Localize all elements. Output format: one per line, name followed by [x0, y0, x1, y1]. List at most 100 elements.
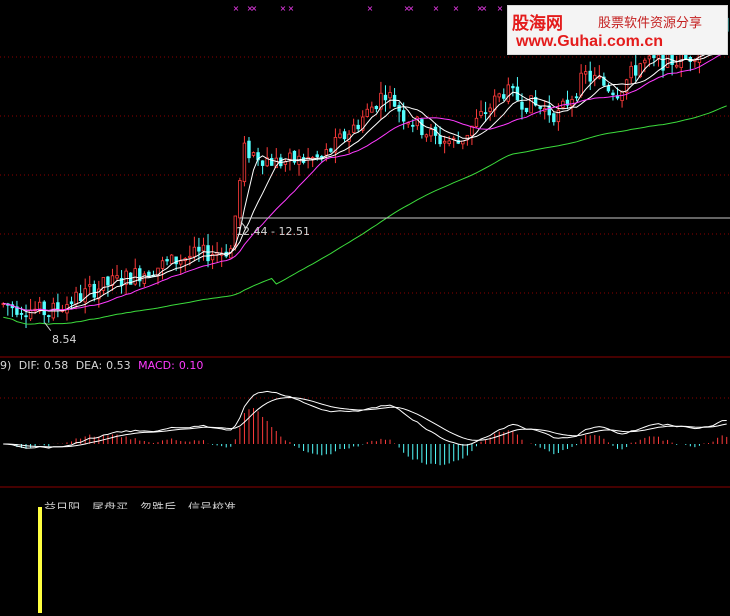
candle-body — [47, 315, 51, 317]
candle-body — [179, 260, 183, 265]
candle-body — [56, 302, 60, 310]
candle-body — [620, 91, 624, 102]
candle-body — [83, 288, 87, 303]
stock-chart[interactable]: × ×× × × × ×× × × ×× ×8.5412.44 - 12.51 — [0, 0, 730, 616]
candle-body — [538, 106, 542, 109]
candle-body — [606, 85, 611, 92]
candle-body — [206, 245, 210, 262]
candle-body — [301, 157, 306, 163]
candle-body — [160, 260, 165, 269]
brand-name: 股海网 — [512, 14, 563, 34]
top-marker: × — [453, 4, 460, 13]
candle-body — [88, 284, 92, 287]
candle-body — [474, 117, 479, 127]
candle-body — [634, 65, 638, 76]
candle-body — [342, 131, 347, 140]
brand-url: www.Guhai.com.cn — [516, 33, 663, 50]
candle-body — [260, 160, 265, 166]
top-marker: × — [280, 4, 287, 13]
top-marker: × — [408, 4, 415, 13]
candle-body — [415, 116, 420, 127]
candle-body — [392, 94, 397, 107]
candle-body — [611, 92, 615, 96]
top-marker: × — [233, 4, 240, 13]
candle-body — [92, 283, 96, 298]
candle-body — [165, 259, 169, 262]
top-marker: × — [433, 4, 440, 13]
candle-body — [674, 64, 679, 68]
candle-body — [388, 92, 392, 99]
ma60-line — [3, 105, 727, 325]
candle-body — [374, 105, 379, 110]
candle-body — [652, 55, 656, 59]
candle-body — [356, 124, 360, 130]
candle-body — [647, 55, 652, 60]
brand-watermark: 股海网 股票软件资源分享 www.Guhai.com.cn — [507, 5, 728, 55]
macd-param-prefix: 9) — [0, 359, 12, 372]
candle-body — [69, 301, 74, 305]
candle-body — [247, 140, 251, 159]
candle-body — [483, 112, 488, 115]
candle-body — [338, 133, 342, 139]
dif-value: 0.58 — [43, 359, 69, 372]
macd-value: 0.10 — [178, 359, 204, 372]
low-price-label: 8.54 — [52, 333, 77, 346]
candle-body — [78, 293, 83, 301]
macd-legend: 9) DIF: 0.58 DEA: 0.53 MACD: 0.10 — [0, 359, 207, 372]
candle-body — [556, 109, 561, 123]
candle-body — [479, 111, 483, 116]
candle-body — [201, 244, 206, 252]
candle-body — [656, 54, 661, 59]
candle-body — [197, 246, 201, 252]
signal-bar — [38, 507, 42, 613]
band-price-label: 12.44 - 12.51 — [236, 225, 310, 238]
candle-body — [520, 101, 524, 110]
top-marker: × — [288, 4, 295, 13]
candle-body — [429, 129, 433, 137]
candle-body — [106, 276, 110, 286]
candle-body — [583, 71, 588, 75]
top-marker: × — [497, 4, 504, 13]
candle-body — [315, 154, 319, 158]
candle-body — [643, 59, 647, 64]
candle-body — [588, 70, 592, 82]
candle-body — [351, 124, 356, 133]
indicator-description: 益日阳，尾盘买，忽跌后，信号校准 — [44, 501, 237, 509]
candle-body — [447, 140, 451, 145]
candle-body — [442, 140, 447, 144]
ma10-line — [3, 43, 727, 312]
candle-body — [329, 148, 333, 152]
candle-body — [115, 275, 119, 279]
candle-body — [169, 254, 174, 264]
candle-body — [383, 94, 388, 101]
candle-body — [497, 93, 501, 98]
candle-body — [397, 105, 401, 112]
candle-body — [251, 152, 256, 156]
top-marker: × — [251, 4, 258, 13]
dea-value: 0.53 — [106, 359, 131, 372]
candle-body — [288, 152, 292, 160]
ma20-line — [3, 51, 727, 311]
dif-label: DIF: — [18, 359, 40, 372]
chart-stage: × × × × × × × × × × × × × 8.54 12.44 - 12.51 股海网 股票软件资… — [0, 0, 730, 616]
candle-body — [574, 96, 579, 99]
candle-body — [488, 107, 492, 112]
candle-body — [242, 142, 247, 183]
candle-body — [192, 246, 197, 257]
candle-body — [324, 149, 329, 156]
top-marker: × — [481, 4, 488, 13]
candle-body — [424, 134, 429, 138]
brand-slogan: 股票软件资源分享 — [598, 16, 703, 31]
candle-body — [19, 313, 24, 315]
candle-body — [524, 107, 529, 113]
candle-body — [411, 124, 415, 127]
candle-body — [147, 271, 151, 277]
top-marker: × — [367, 4, 374, 13]
candle-body — [365, 108, 369, 117]
candle-body — [188, 255, 192, 258]
candle-body — [570, 99, 574, 107]
dea-line — [3, 396, 727, 448]
candle-body — [552, 113, 556, 123]
candle-body — [370, 106, 374, 113]
candle-body — [24, 315, 28, 318]
